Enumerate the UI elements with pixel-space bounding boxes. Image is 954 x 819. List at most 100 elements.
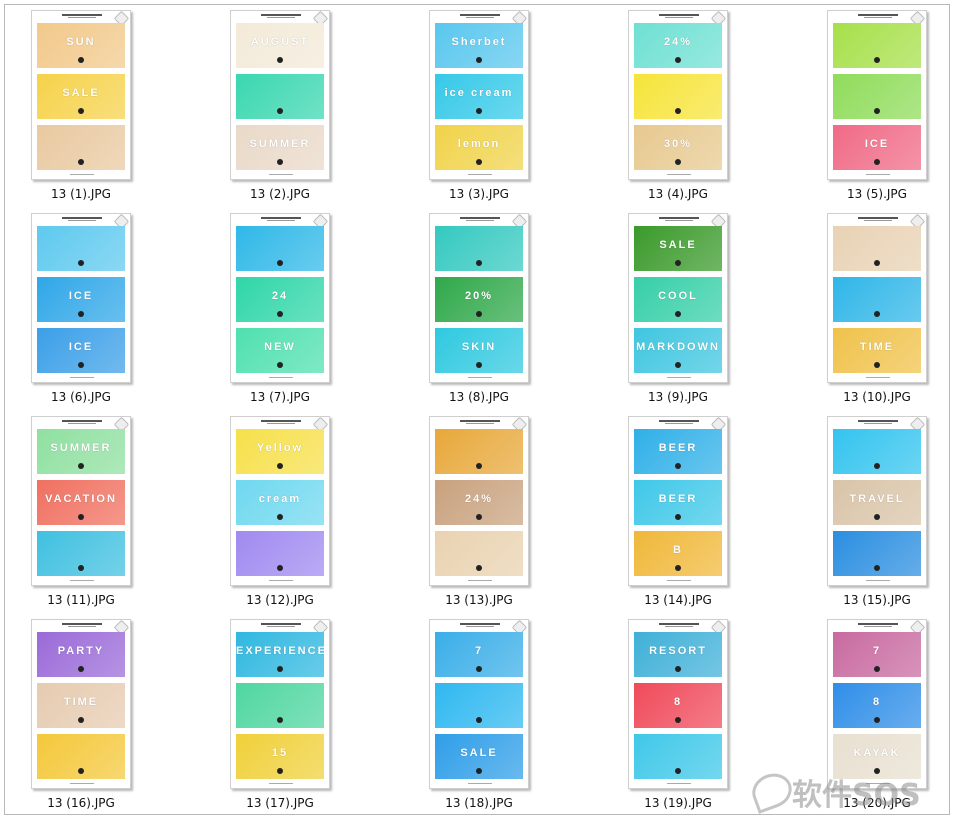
thumb-header: [261, 14, 301, 16]
banner-dot-icon: [874, 108, 880, 114]
file-item[interactable]: SUN SALE 13 (1).JPG: [8, 10, 148, 210]
file-item[interactable]: RESORT 8 13 (19).JPG: [605, 619, 745, 819]
file-name-label[interactable]: 13 (19).JPG: [605, 796, 751, 810]
file-thumbnail[interactable]: TIME: [827, 213, 927, 383]
file-name-label[interactable]: 13 (3).JPG: [406, 187, 552, 201]
file-item[interactable]: TRAVEL 13 (15).JPG: [804, 416, 944, 616]
banner-text: SUMMER: [249, 138, 311, 150]
thumb-header: [659, 14, 699, 16]
file-name-label[interactable]: 13 (7).JPG: [207, 390, 353, 404]
thumb-subheader: [267, 220, 295, 221]
banner-preview: ICE: [37, 277, 125, 322]
file-name-label[interactable]: 13 (16).JPG: [8, 796, 154, 810]
thumb-header: [858, 623, 898, 625]
file-thumbnail[interactable]: Yellow cream: [230, 416, 330, 586]
file-thumbnail[interactable]: Sherbet ice cream lemon: [429, 10, 529, 180]
thumb-header: [62, 623, 102, 625]
file-thumbnail[interactable]: AUGUST SUMMER: [230, 10, 330, 180]
banner-dot-icon: [476, 260, 482, 266]
banner-dot-icon: [277, 108, 283, 114]
file-thumbnail[interactable]: ICE: [827, 10, 927, 180]
file-thumbnail[interactable]: RESORT 8: [628, 619, 728, 789]
file-item[interactable]: ICE ICE 13 (6).JPG: [8, 213, 148, 413]
thumb-subheader: [864, 626, 892, 627]
file-item[interactable]: SALE COOL MARKDOWN 13 (9).JPG: [605, 213, 745, 413]
banner-dot-icon: [874, 159, 880, 165]
file-thumbnail[interactable]: SALE COOL MARKDOWN: [628, 213, 728, 383]
banner-text: NEW: [264, 341, 296, 353]
file-name-label[interactable]: 13 (2).JPG: [207, 187, 353, 201]
file-name-label[interactable]: 13 (1).JPG: [8, 187, 154, 201]
thumb-footer: [70, 174, 94, 175]
banner-dot-icon: [277, 565, 283, 571]
file-name-label[interactable]: 13 (5).JPG: [804, 187, 950, 201]
banner-dot-icon: [78, 768, 84, 774]
file-name-label[interactable]: 13 (17).JPG: [207, 796, 353, 810]
file-thumbnail[interactable]: SUN SALE: [31, 10, 131, 180]
file-item[interactable]: 24% 13 (13).JPG: [406, 416, 546, 616]
file-item[interactable]: Sherbet ice cream lemon 13 (3).JPG: [406, 10, 546, 210]
file-item[interactable]: SUMMER VACATION 13 (11).JPG: [8, 416, 148, 616]
file-name-label[interactable]: 13 (8).JPG: [406, 390, 552, 404]
file-item[interactable]: AUGUST SUMMER 13 (2).JPG: [207, 10, 347, 210]
file-thumbnail[interactable]: 7 SALE: [429, 619, 529, 789]
banner-text: cream: [258, 493, 302, 505]
file-item[interactable]: 7 SALE 13 (18).JPG: [406, 619, 546, 819]
file-thumbnail[interactable]: 20% SKIN: [429, 213, 529, 383]
banner-preview: 15: [236, 734, 324, 779]
banner-preview: SKIN: [435, 328, 523, 373]
file-name-label[interactable]: 13 (11).JPG: [8, 593, 154, 607]
file-thumbnail[interactable]: EXPERIENCE 15: [230, 619, 330, 789]
file-item[interactable]: TIME 13 (10).JPG: [804, 213, 944, 413]
file-item[interactable]: EXPERIENCE 15 13 (17).JPG: [207, 619, 347, 819]
file-item[interactable]: BEER BEER B 13 (14).JPG: [605, 416, 745, 616]
banner-dot-icon: [675, 514, 681, 520]
file-thumbnail[interactable]: 7 8 KAYAK: [827, 619, 927, 789]
thumb-header: [62, 14, 102, 16]
file-name-label[interactable]: 13 (9).JPG: [605, 390, 751, 404]
file-item[interactable]: ICE 13 (5).JPG: [804, 10, 944, 210]
file-name-label[interactable]: 13 (13).JPG: [406, 593, 552, 607]
banner-dot-icon: [874, 666, 880, 672]
banner-dot-icon: [277, 717, 283, 723]
banner-preview: [37, 531, 125, 576]
banner-dot-icon: [874, 463, 880, 469]
file-name-label[interactable]: 13 (14).JPG: [605, 593, 751, 607]
banner-dot-icon: [675, 666, 681, 672]
file-item[interactable]: 24% 30% 13 (4).JPG: [605, 10, 745, 210]
banner-text: AUGUST: [250, 36, 310, 48]
banner-dot-icon: [675, 57, 681, 63]
file-item[interactable]: 20% SKIN 13 (8).JPG: [406, 213, 546, 413]
file-item[interactable]: PARTY TIME 13 (16).JPG: [8, 619, 148, 819]
banner-preview: [833, 23, 921, 68]
banner-preview: 24: [236, 277, 324, 322]
file-thumbnail[interactable]: 24 NEW: [230, 213, 330, 383]
file-item[interactable]: Yellow cream 13 (12).JPG: [207, 416, 347, 616]
banner-dot-icon: [675, 717, 681, 723]
thumb-footer: [468, 174, 492, 175]
banner-text: 30%: [663, 138, 693, 150]
banner-preview: Yellow: [236, 429, 324, 474]
file-name-label[interactable]: 13 (10).JPG: [804, 390, 950, 404]
file-thumbnail[interactable]: BEER BEER B: [628, 416, 728, 586]
file-thumbnail[interactable]: TRAVEL: [827, 416, 927, 586]
file-name-label[interactable]: 13 (4).JPG: [605, 187, 751, 201]
file-thumbnail[interactable]: ICE ICE: [31, 213, 131, 383]
file-name-label[interactable]: 13 (18).JPG: [406, 796, 552, 810]
file-thumbnail[interactable]: 24%: [429, 416, 529, 586]
banner-preview: SUN: [37, 23, 125, 68]
file-thumbnail[interactable]: PARTY TIME: [31, 619, 131, 789]
file-item[interactable]: 24 NEW 13 (7).JPG: [207, 213, 347, 413]
file-thumbnail[interactable]: SUMMER VACATION: [31, 416, 131, 586]
banner-preview: NEW: [236, 328, 324, 373]
file-thumbnail[interactable]: 24% 30%: [628, 10, 728, 180]
banner-dot-icon: [78, 108, 84, 114]
file-name-label[interactable]: 13 (6).JPG: [8, 390, 154, 404]
file-name-label[interactable]: 13 (15).JPG: [804, 593, 950, 607]
thumb-footer: [667, 377, 691, 378]
thumb-footer: [269, 783, 293, 784]
file-name-label[interactable]: 13 (12).JPG: [207, 593, 353, 607]
thumb-subheader: [864, 423, 892, 424]
banner-preview: ice cream: [435, 74, 523, 119]
banner-preview: 20%: [435, 277, 523, 322]
